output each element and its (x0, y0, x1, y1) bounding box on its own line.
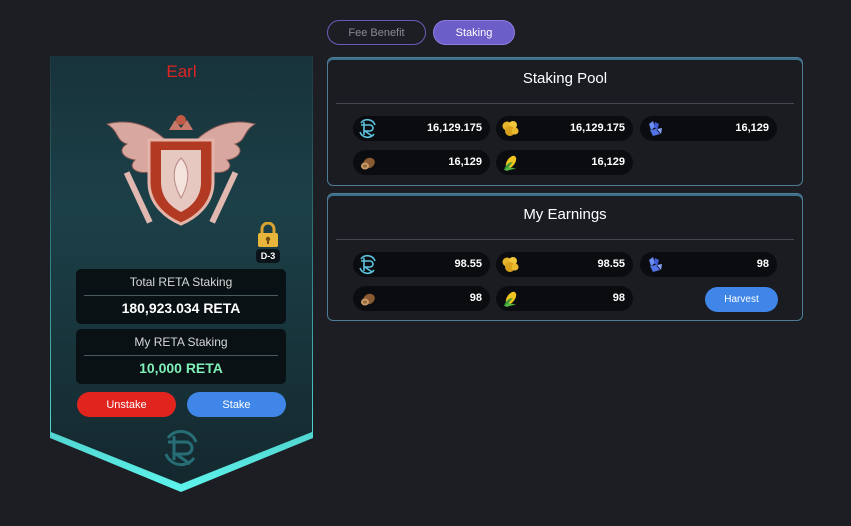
divider (336, 239, 794, 240)
total-staking-label: Total RETA Staking (129, 275, 233, 289)
earning-item-reta: 98.55 (353, 252, 490, 277)
pool-item-gold: 16,129.175 (496, 116, 633, 141)
unstake-button[interactable]: Unstake (77, 392, 176, 417)
staking-pool-panel: Staking Pool 16,129.175 16,129.175 16,12… (327, 57, 803, 186)
my-earnings-title: My Earnings (523, 206, 607, 223)
total-staking-box: Total RETA Staking 180,923.034 RETA (76, 269, 286, 324)
pool-value: 16,129.175 (569, 122, 625, 134)
earning-value: 98 (469, 292, 482, 304)
corn-icon (504, 291, 517, 307)
earning-value: 98 (612, 292, 625, 304)
pool-item-reta: 16,129.175 (353, 116, 490, 141)
total-staking-value: 180,923.034 RETA (121, 300, 241, 316)
pool-value: 16,129 (735, 122, 769, 134)
earning-value: 98.55 (454, 258, 482, 270)
earning-item-crystal: 98 (640, 252, 777, 277)
staking-pool-title: Staking Pool (522, 70, 608, 87)
reta-token-icon (359, 254, 376, 275)
tab-fee-benefit[interactable]: Fee Benefit (327, 20, 426, 45)
pool-item-wood: 16,129 (353, 150, 490, 175)
rank-emblem-icon (105, 115, 257, 226)
pool-value: 16,129 (591, 156, 625, 168)
reta-logo-icon (164, 429, 198, 467)
player-name: Earl (166, 62, 197, 81)
wood-log-icon (361, 293, 375, 306)
corn-icon (504, 155, 517, 171)
earning-value: 98 (756, 258, 769, 270)
earning-item-corn: 98 (496, 286, 633, 311)
blue-crystal-icon (649, 257, 662, 272)
harvest-button[interactable]: Harvest (705, 287, 778, 312)
earning-item-gold: 98.55 (496, 252, 633, 277)
rank-label: D-3 (256, 249, 280, 263)
pool-value: 16,129 (448, 156, 482, 168)
divider (336, 103, 794, 104)
stake-button[interactable]: Stake (187, 392, 286, 417)
gold-ore-icon (502, 121, 519, 136)
profile-banner: Earl D-3 Total RETA Staking 180,923.034 … (50, 56, 313, 496)
wood-log-icon (361, 157, 375, 170)
my-staking-box: My RETA Staking 10,000 RETA (76, 329, 286, 384)
pool-item-corn: 16,129 (496, 150, 633, 175)
pool-value: 16,129.175 (426, 122, 482, 134)
divider (84, 295, 278, 296)
my-staking-value: 10,000 RETA (139, 360, 223, 376)
earning-item-wood: 98 (353, 286, 490, 311)
gold-ore-icon (502, 257, 519, 272)
blue-crystal-icon (649, 121, 662, 136)
earning-value: 98.55 (597, 258, 625, 270)
lock-icon (258, 222, 278, 247)
my-staking-label: My RETA Staking (134, 335, 228, 349)
tab-bar: Fee Benefit Staking (327, 20, 515, 45)
divider (84, 355, 278, 356)
tab-staking[interactable]: Staking (433, 20, 515, 45)
pool-item-crystal: 16,129 (640, 116, 777, 141)
reta-token-icon (359, 118, 376, 139)
